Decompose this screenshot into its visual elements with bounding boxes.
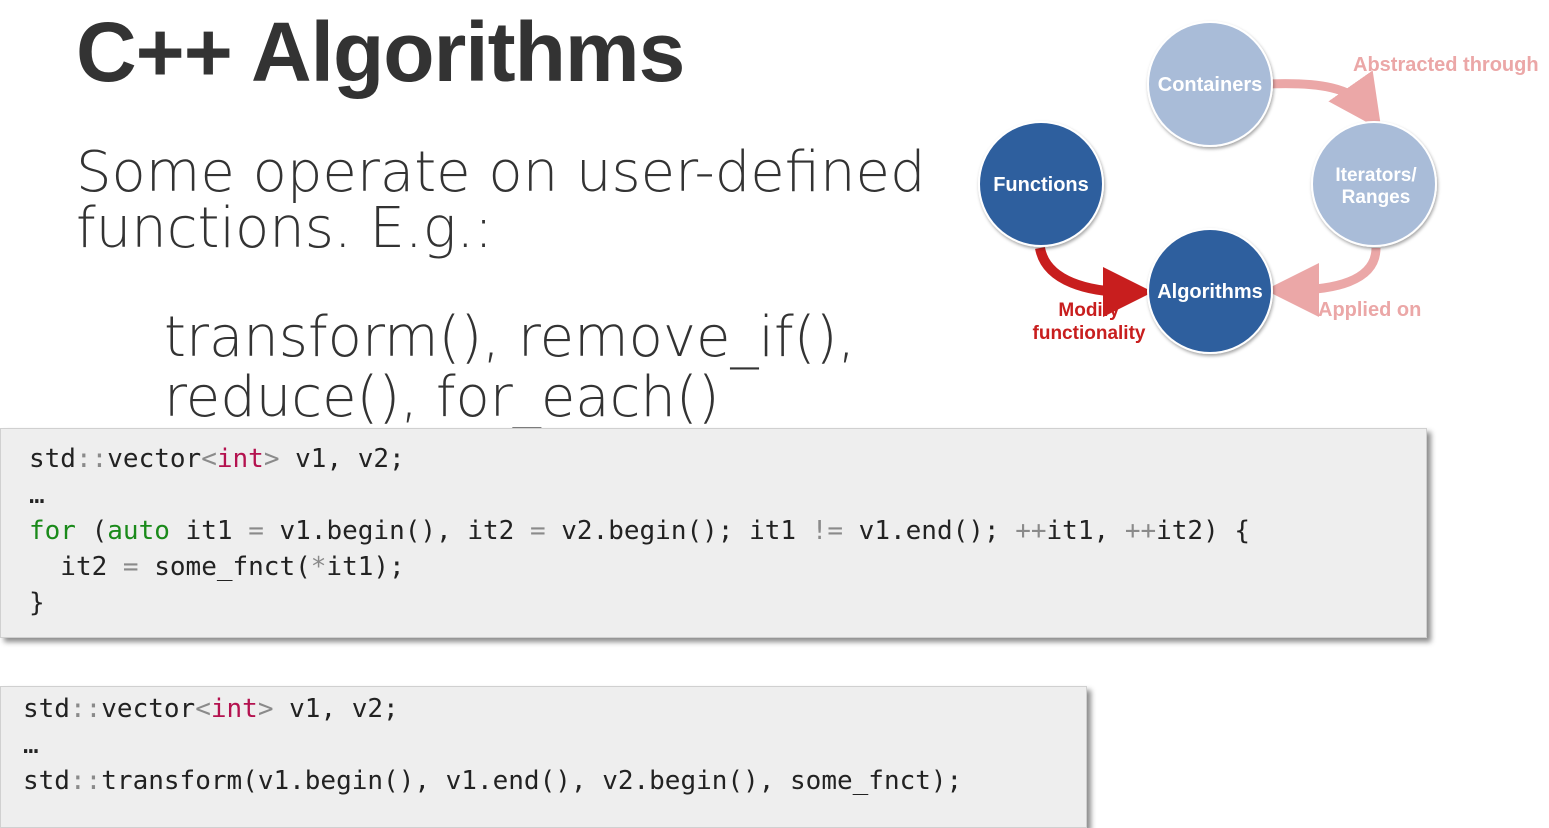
code-operator: =: [248, 516, 264, 546]
code-text: std: [23, 694, 70, 724]
code-text: it2) {: [1156, 516, 1251, 546]
code-text: it1);: [326, 552, 405, 582]
code-text: std: [29, 444, 76, 474]
code-type: int: [216, 444, 264, 474]
modify-label-1: Modify: [1058, 300, 1120, 321]
code-operator: ::: [75, 444, 108, 474]
code-operator: =: [122, 552, 139, 582]
code-keyword: auto: [107, 516, 170, 546]
abstracted-label: Abstracted through: [1353, 54, 1539, 76]
code-operator: ++: [1124, 516, 1157, 546]
code-text: it1,: [1046, 516, 1125, 546]
code-operator: >: [257, 694, 274, 724]
code-text: }: [29, 588, 45, 618]
code-text: vector: [107, 444, 202, 474]
code-ellipsis: …: [23, 730, 39, 760]
code-text: v1, v2;: [279, 444, 405, 474]
iterators-label-2: Ranges: [1342, 187, 1411, 208]
code-operator: <: [195, 694, 211, 724]
code-text: std: [23, 766, 70, 796]
code-operator: <: [201, 444, 217, 474]
iterators-label-1: Iterators/: [1335, 165, 1417, 186]
containers-label: Containers: [1158, 74, 1262, 96]
code-keyword: for: [29, 516, 76, 546]
code-block-transform: std::vector<int> v1, v2; … std::transfor…: [0, 686, 1087, 828]
code-text: transform(v1.begin(), v1.end(), v2.begin…: [101, 766, 963, 796]
applied-arrow: [1265, 247, 1381, 317]
code-operator: !=: [811, 516, 844, 546]
modify-label-2: functionality: [1033, 323, 1146, 344]
modify-arrow: [1035, 246, 1153, 317]
algorithms-label: Algorithms: [1157, 281, 1263, 303]
applied-label: Applied on: [1318, 299, 1421, 321]
code-operator: ::: [69, 766, 102, 796]
functions-label: Functions: [993, 174, 1089, 196]
code-operator: =: [529, 516, 546, 546]
code-text: v2.begin(); it1: [545, 516, 812, 546]
code-text: some_fnct(: [138, 552, 311, 582]
code-text: it1: [169, 516, 249, 546]
concept-diagram: Containers Iterators/ Ranges Functions A…: [978, 21, 1539, 354]
code-operator: *: [310, 552, 327, 582]
abstracted-arrow: [1267, 70, 1382, 131]
code-text: it2: [29, 552, 123, 582]
code-text: vector: [101, 694, 196, 724]
code-text: v1.end();: [843, 516, 1016, 546]
code-operator: >: [263, 444, 280, 474]
code-text: v1, v2;: [273, 694, 399, 724]
code-block-manual-loop: std::vector<int> v1, v2; … for (auto it1…: [0, 428, 1427, 638]
code-type: int: [210, 694, 258, 724]
code-operator: ++: [1015, 516, 1047, 546]
code-text: (: [75, 516, 108, 546]
code-operator: ::: [69, 694, 102, 724]
code-text: v1.begin(), it2: [263, 516, 530, 546]
code-ellipsis: …: [29, 480, 45, 510]
